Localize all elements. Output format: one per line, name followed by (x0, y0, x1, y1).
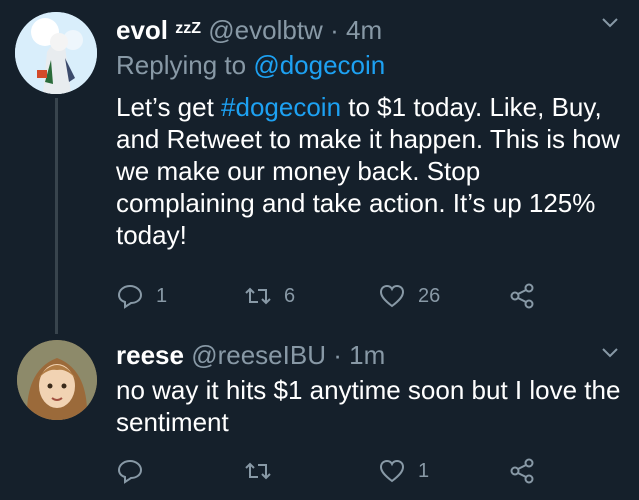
hashtag-link[interactable]: #dogecoin (221, 92, 341, 122)
like-icon (379, 459, 405, 483)
replying-to: Replying to @dogecoin (116, 50, 385, 80)
tweet-evol[interactable]: evol zzZ @evolbtw · 4m Replying to @doge… (0, 0, 639, 334)
like-count: 26 (418, 284, 441, 307)
reply-icon (117, 459, 143, 484)
tweet-text-part1: Let’s get (116, 92, 222, 122)
replying-prefix: Replying to (116, 50, 247, 80)
sleep-badge: zzZ (175, 20, 202, 37)
tweet-text: no way it hits $1 anytime soon but I lov… (116, 375, 621, 437)
retweet-button[interactable] (244, 456, 284, 486)
reply-button[interactable]: 1 (116, 281, 167, 311)
like-button[interactable]: 1 (378, 456, 429, 486)
reply-count: 1 (156, 284, 168, 307)
avatar-reese[interactable] (17, 340, 97, 420)
avatar-evol[interactable] (15, 12, 97, 94)
share-icon (510, 283, 534, 309)
mention-link[interactable]: @dogecoin (253, 50, 385, 80)
timestamp[interactable]: 4m (346, 15, 382, 45)
share-button[interactable] (508, 281, 536, 311)
retweet-count: 6 (284, 284, 296, 307)
tweet-reese[interactable]: reese @reeseIBU · 1m no way it hits $1 a… (0, 328, 639, 500)
display-name[interactable]: evol (116, 15, 168, 45)
like-icon (379, 284, 405, 308)
like-button[interactable]: 26 (378, 281, 440, 311)
username[interactable]: @reeseIBU (191, 340, 326, 370)
thread-line (55, 98, 58, 334)
reply-icon (117, 284, 143, 309)
retweet-icon (245, 462, 271, 480)
separator: · (333, 340, 342, 370)
tweet-header: reese @reeseIBU · 1m (116, 340, 385, 370)
tweet-text: Let’s get #dogecoin to $1 today. Like, B… (116, 91, 621, 251)
like-count: 1 (418, 459, 430, 482)
display-name[interactable]: reese (116, 340, 184, 370)
separator: · (330, 15, 339, 45)
action-bar: 1 6 26 (116, 281, 616, 311)
timestamp[interactable]: 1m (349, 340, 385, 370)
username[interactable]: @evolbtw (208, 15, 323, 45)
retweet-icon (245, 287, 271, 305)
share-button[interactable] (508, 456, 536, 486)
action-bar: 1 (116, 456, 616, 486)
retweet-button[interactable]: 6 (244, 281, 295, 311)
chevron-down-icon[interactable] (601, 14, 619, 32)
tweet-header: evol zzZ @evolbtw · 4m (116, 14, 382, 45)
reply-button[interactable] (116, 456, 156, 486)
chevron-down-icon[interactable] (601, 344, 619, 362)
share-icon (510, 458, 534, 484)
